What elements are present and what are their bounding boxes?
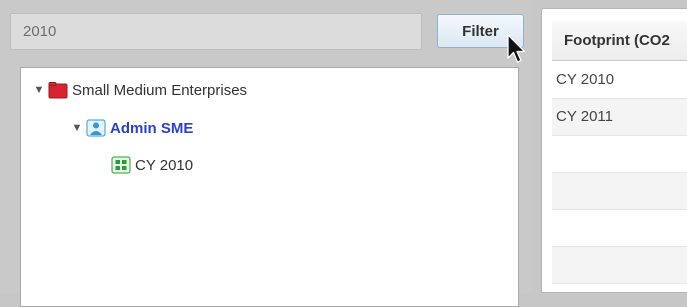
mouse-pointer-icon bbox=[507, 34, 526, 63]
tree-node-small-medium-enterprises[interactable]: ▼ Small Medium Enterprises bbox=[33, 79, 247, 101]
tree-node-admin-sme[interactable]: ▼ Admin SME bbox=[71, 117, 193, 139]
tree-node-label: Small Medium Enterprises bbox=[72, 81, 248, 99]
tree-view[interactable]: ▼ Small Medium Enterprises ▼ Admin SME C… bbox=[20, 67, 519, 307]
tree-node-label: Admin SME bbox=[110, 119, 194, 137]
expand-arrow-icon[interactable]: ▼ bbox=[71, 122, 83, 134]
footprint-grid: Footprint (CO2 CY 2010 CY 2011 bbox=[541, 8, 687, 293]
table-row[interactable]: CY 2010 bbox=[552, 62, 687, 99]
tree-node-cy-2010[interactable]: CY 2010 bbox=[111, 154, 193, 176]
filter-input[interactable] bbox=[10, 13, 422, 50]
filter-panel: Filter ▼ Small Medium Enterprises ▼ Admi… bbox=[0, 0, 533, 307]
table-row[interactable] bbox=[552, 284, 687, 292]
grid-icon bbox=[111, 156, 131, 174]
expand-arrow-icon[interactable]: ▼ bbox=[33, 84, 45, 96]
table-row[interactable] bbox=[552, 210, 687, 247]
table-row[interactable] bbox=[552, 247, 687, 284]
tree-node-label: CY 2010 bbox=[135, 156, 194, 174]
column-header-footprint[interactable]: Footprint (CO2 bbox=[552, 21, 687, 61]
table-row[interactable]: CY 2011 bbox=[552, 99, 687, 136]
folder-icon bbox=[48, 82, 68, 99]
table-row[interactable] bbox=[552, 173, 687, 210]
table-row[interactable] bbox=[552, 136, 687, 173]
user-icon bbox=[86, 119, 106, 137]
